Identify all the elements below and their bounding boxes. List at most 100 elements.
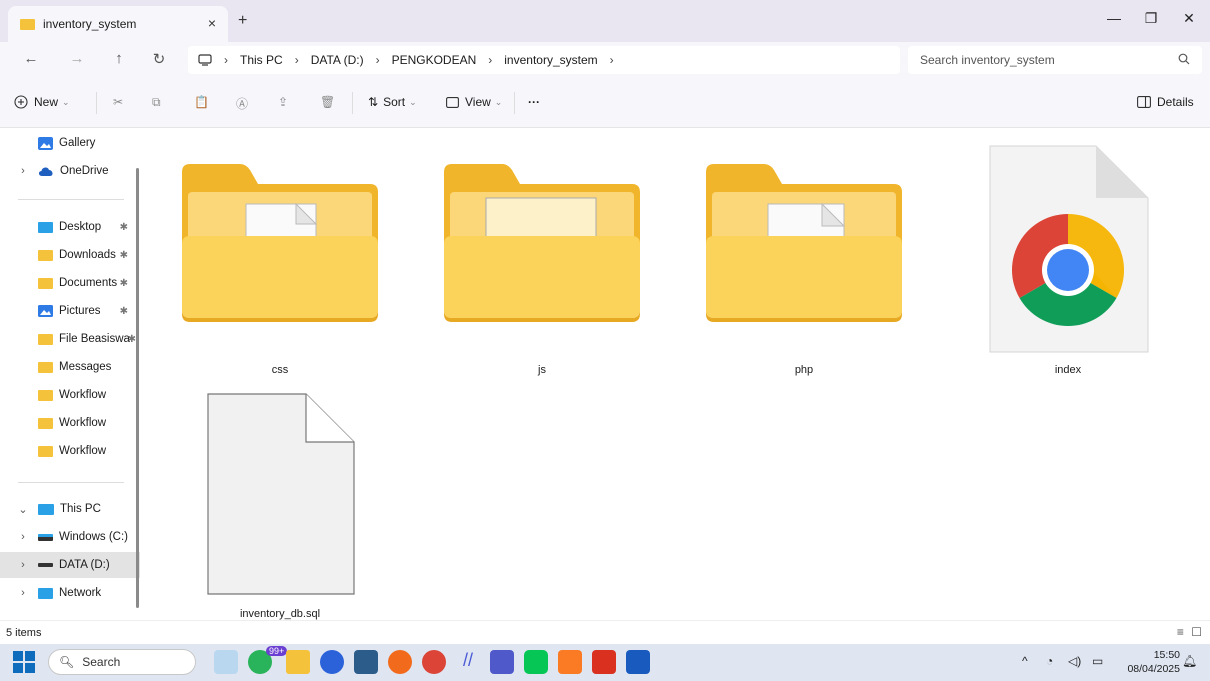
- xampp-icon[interactable]: [558, 650, 582, 674]
- file-item-index[interactable]: index: [958, 138, 1178, 378]
- delete-icon[interactable]: 🗑: [320, 95, 335, 109]
- close-button[interactable]: ✕: [1179, 10, 1199, 27]
- sidebar-item-windows-c[interactable]: › Windows (C:): [0, 524, 140, 550]
- breadcrumb-this-pc[interactable]: This PC: [240, 53, 283, 67]
- chrome-icon[interactable]: [422, 650, 446, 674]
- file-explorer-icon[interactable]: [286, 650, 310, 674]
- folder-icon: [444, 164, 640, 322]
- breadcrumb-pengkodean[interactable]: PENGKODEAN: [392, 53, 477, 67]
- new-button[interactable]: New ⌄: [14, 95, 70, 109]
- sidebar-item-this-pc[interactable]: ⌄ This PC: [0, 496, 140, 522]
- file-name: js: [538, 364, 546, 376]
- list-view-icon[interactable]: ≡: [1177, 625, 1184, 639]
- sidebar-item-onedrive[interactable]: › OneDrive: [0, 158, 140, 184]
- sidebar-item-workflow[interactable]: Workflow: [0, 438, 140, 464]
- up-button[interactable]: ↑: [108, 50, 130, 67]
- breadcrumb[interactable]: › This PC › DATA (D:) › PENGKODEAN › inv…: [188, 46, 900, 74]
- view-toggle[interactable]: ≡ ☐: [1177, 625, 1202, 639]
- file-item-css[interactable]: css: [170, 148, 390, 378]
- refresh-button[interactable]: ↻: [148, 50, 170, 68]
- file-name: css: [271, 364, 289, 376]
- chevron-right-icon: ›: [294, 53, 299, 67]
- details-button[interactable]: Details: [1137, 95, 1194, 109]
- chevron-right-icon[interactable]: ›: [610, 53, 614, 67]
- address-bar: ← → ↑ ↻ › This PC › DATA (D:) › PENGKODE…: [0, 42, 1210, 78]
- gallery-icon: [38, 136, 53, 150]
- battery-icon[interactable]: ▭: [1092, 654, 1103, 668]
- sort-icon: ⇅: [368, 95, 379, 109]
- sidebar-item-workflow[interactable]: Workflow: [0, 382, 140, 408]
- forward-button[interactable]: →: [66, 50, 88, 67]
- vscode-like-icon[interactable]: //: [456, 650, 480, 674]
- chevron-right-icon[interactable]: ›: [16, 165, 30, 177]
- sidebar-item-messages[interactable]: Messages: [0, 354, 140, 380]
- sidebar-item-network[interactable]: › Network: [0, 580, 140, 606]
- sidebar-item-downloads[interactable]: Downloads ✱: [0, 242, 140, 268]
- more-options-button[interactable]: ···: [528, 95, 540, 109]
- chevron-right-icon: ›: [488, 53, 493, 67]
- chevron-right-icon[interactable]: ›: [16, 559, 30, 571]
- chevron-right-icon: ›: [224, 53, 228, 67]
- sort-button[interactable]: ⇅ Sort ⌄: [368, 95, 417, 109]
- edge-icon[interactable]: [320, 650, 344, 674]
- taskbar-search[interactable]: 🔍︎ Search: [48, 649, 196, 675]
- file-name: php: [794, 364, 814, 376]
- sidebar-item-desktop[interactable]: Desktop ✱: [0, 214, 140, 240]
- chrome-html-file-icon: [989, 145, 1149, 353]
- firefox-icon[interactable]: [388, 650, 412, 674]
- restore-button[interactable]: ❐: [1141, 10, 1161, 27]
- back-button[interactable]: ←: [20, 50, 42, 67]
- file-item-php[interactable]: php: [694, 148, 914, 378]
- sort-label: Sort: [383, 95, 406, 109]
- folder-icon: [20, 18, 35, 30]
- breadcrumb-data-d[interactable]: DATA (D:): [311, 53, 364, 67]
- command-bar: New ⌄ ✂ ⧉ 📋 Ⓐ ⇪ 🗑 ⇅ Sort ⌄ View ⌄ ··· De…: [0, 78, 1210, 128]
- cut-icon[interactable]: ✂: [113, 95, 123, 109]
- wifi-icon[interactable]: ◔: [1046, 654, 1053, 668]
- app-icon[interactable]: [592, 650, 616, 674]
- minimize-button[interactable]: —: [1104, 10, 1124, 26]
- chevron-up-icon[interactable]: ^: [1022, 654, 1028, 668]
- sidebar-item-workflow[interactable]: Workflow: [0, 410, 140, 436]
- windows-start-icon[interactable]: [12, 650, 36, 674]
- volume-icon[interactable]: ◁): [1068, 654, 1081, 668]
- tab-title: inventory_system: [43, 17, 137, 31]
- chevron-right-icon[interactable]: ›: [16, 587, 30, 599]
- rename-icon[interactable]: Ⓐ: [236, 95, 248, 112]
- paste-icon[interactable]: 📋: [194, 95, 209, 109]
- onedrive-icon: [38, 167, 53, 176]
- notification-bell-icon[interactable]: 🔔︎: [1182, 654, 1197, 668]
- sidebar-item-documents[interactable]: Documents ✱: [0, 270, 140, 296]
- word-icon[interactable]: [626, 650, 650, 674]
- pin-icon: ✱: [127, 333, 136, 345]
- file-item-inventory-db-sql[interactable]: inventory_db.sql: [170, 390, 390, 620]
- sidebar-scrollbar[interactable]: [136, 168, 139, 608]
- teams-icon[interactable]: [490, 650, 514, 674]
- clock[interactable]: 15:50 08/04/2025: [1127, 648, 1180, 676]
- tab-inventory-system[interactable]: inventory_system ×: [8, 6, 228, 42]
- chevron-right-icon[interactable]: ›: [16, 531, 30, 543]
- new-tab-button[interactable]: +: [238, 12, 247, 30]
- breadcrumb-inventory-system[interactable]: inventory_system: [504, 53, 597, 67]
- search-input[interactable]: Search inventory_system: [908, 46, 1202, 74]
- chevron-down-icon[interactable]: ⌄: [16, 503, 30, 516]
- sidebar-item-data-d[interactable]: › DATA (D:): [0, 552, 140, 578]
- sidebar-item-file-beasiswa[interactable]: File Beasiswa ✱: [0, 326, 140, 352]
- view-button[interactable]: View ⌄: [446, 95, 502, 109]
- folder-icon: [706, 164, 902, 322]
- sidebar-item-gallery[interactable]: Gallery: [0, 130, 140, 156]
- line-icon[interactable]: [524, 650, 548, 674]
- widgets-icon[interactable]: [214, 650, 238, 674]
- copy-icon[interactable]: ⧉: [152, 95, 161, 110]
- share-icon[interactable]: ⇪: [278, 95, 288, 109]
- new-label: New: [34, 95, 59, 109]
- sidebar-item-pictures[interactable]: Pictures ✱: [0, 298, 140, 324]
- notification-badge: 99+: [266, 646, 288, 656]
- search-icon: 🔍︎: [59, 655, 75, 669]
- search-icon: [1178, 53, 1190, 65]
- folder-icon: [182, 164, 378, 322]
- tiles-view-icon[interactable]: ☐: [1191, 625, 1202, 639]
- tab-close-icon[interactable]: ×: [208, 15, 216, 31]
- file-item-js[interactable]: js: [432, 148, 652, 378]
- store-icon[interactable]: [354, 650, 378, 674]
